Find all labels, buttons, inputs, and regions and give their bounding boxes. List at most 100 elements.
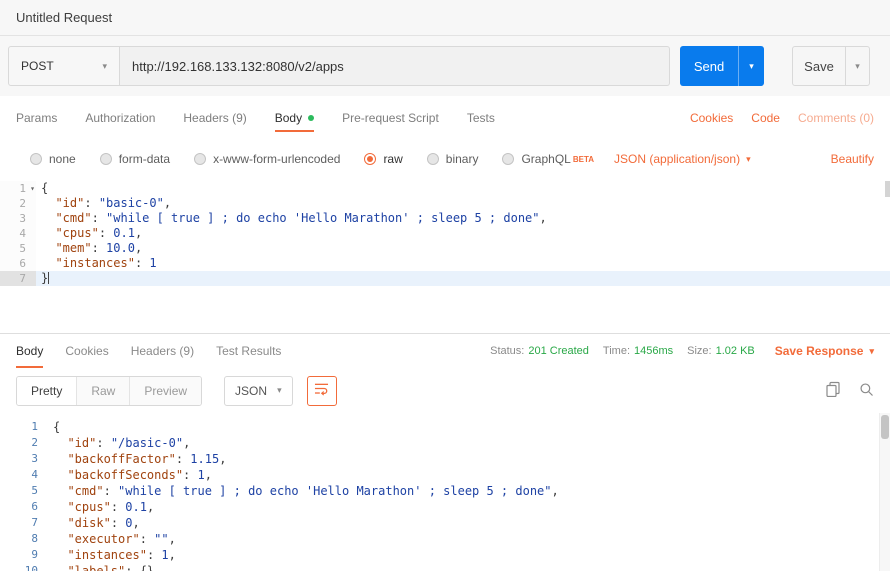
code-text: } — [36, 271, 890, 286]
beta-badge: BETA — [573, 155, 594, 164]
status-label: Status: — [490, 345, 524, 357]
search-response-button[interactable] — [859, 382, 874, 400]
bodytype-none[interactable]: none — [30, 152, 76, 166]
beautify-link[interactable]: Beautify — [831, 152, 874, 166]
copy-icon — [825, 381, 841, 400]
code-line[interactable]: 5 "cmd": "while [ true ] ; do echo 'Hell… — [0, 483, 890, 499]
code-line[interactable]: 7} — [0, 271, 890, 286]
send-split-button: Send ▾ — [680, 46, 764, 86]
bodytype-form-data[interactable]: form-data — [100, 152, 170, 166]
tab-authorization[interactable]: Authorization — [85, 96, 155, 140]
bodytype-graphql[interactable]: GraphQL BETA — [502, 152, 594, 166]
radio-icon — [427, 153, 439, 165]
code-line[interactable]: 3 "cmd": "while [ true ] ; do echo 'Hell… — [0, 211, 890, 226]
tab-body[interactable]: Body — [275, 96, 314, 140]
line-number: 8 — [0, 531, 48, 547]
code-text: "backoffSeconds": 1, — [48, 467, 890, 483]
response-tab-cookies[interactable]: Cookies — [65, 334, 108, 368]
code-text: "instances": 1, — [48, 547, 890, 563]
url-input[interactable] — [120, 46, 670, 86]
save-response-button[interactable]: Save Response ▾ — [775, 344, 874, 358]
line-number: 7 — [0, 515, 48, 531]
response-body-viewer[interactable]: 1{2 "id": "/basic-0",3 "backoffFactor": … — [0, 413, 890, 571]
request-titlebar: Untitled Request — [0, 0, 890, 36]
response-scrollbar[interactable] — [879, 413, 890, 571]
save-options-button[interactable]: ▾ — [846, 46, 870, 86]
response-toolbar: Pretty Raw Preview JSON ▾ — [0, 368, 890, 413]
method-select[interactable]: POST ▾ — [8, 46, 120, 86]
text-cursor — [48, 272, 49, 284]
response-scrollbar-thumb[interactable] — [881, 415, 889, 439]
response-section: Body Cookies Headers (9) Test Results St… — [0, 333, 890, 571]
wrap-text-icon — [314, 382, 329, 399]
method-value: POST — [21, 59, 54, 73]
request-title: Untitled Request — [16, 10, 112, 25]
unsaved-changes-dot — [308, 115, 314, 121]
view-raw-button[interactable]: Raw — [77, 377, 130, 405]
code-line[interactable]: 2 "id": "basic-0", — [0, 196, 890, 211]
fold-arrow-icon[interactable]: ▾ — [30, 181, 35, 196]
request-body-editor[interactable]: 1▾{2 "id": "basic-0",3 "cmd": "while [ t… — [0, 178, 890, 333]
radio-icon — [194, 153, 206, 165]
copy-response-button[interactable] — [825, 381, 841, 400]
code-line[interactable]: 4 "backoffSeconds": 1, — [0, 467, 890, 483]
code-line[interactable]: 6 "cpus": 0.1, — [0, 499, 890, 515]
line-number: 7 — [0, 271, 36, 286]
code-line[interactable]: 10 "labels": {}, — [0, 563, 890, 571]
bodytype-raw[interactable]: raw — [364, 152, 402, 166]
cookies-link[interactable]: Cookies — [690, 111, 733, 125]
line-number: 5 — [0, 483, 48, 499]
code-line[interactable]: 7 "disk": 0, — [0, 515, 890, 531]
line-number: 3 — [0, 451, 48, 467]
response-tab-test-results[interactable]: Test Results — [216, 334, 281, 368]
code-text: "disk": 0, — [48, 515, 890, 531]
code-text: "cmd": "while [ true ] ; do echo 'Hello … — [48, 483, 890, 499]
response-format-select[interactable]: JSON ▾ — [224, 376, 293, 406]
tab-prerequest-script[interactable]: Pre-request Script — [342, 96, 439, 140]
response-tab-body[interactable]: Body — [16, 334, 43, 368]
send-button[interactable]: Send — [680, 46, 738, 86]
tab-params[interactable]: Params — [16, 96, 57, 140]
response-tab-headers[interactable]: Headers (9) — [131, 334, 194, 368]
code-line[interactable]: 5 "mem": 10.0, — [0, 241, 890, 256]
code-line[interactable]: 6 "instances": 1 — [0, 256, 890, 271]
line-number: 4 — [0, 226, 36, 241]
code-text: "id": "/basic-0", — [48, 435, 890, 451]
tab-tests[interactable]: Tests — [467, 96, 495, 140]
bodytype-binary[interactable]: binary — [427, 152, 479, 166]
code-text: "executor": "", — [48, 531, 890, 547]
code-line[interactable]: 2 "id": "/basic-0", — [0, 435, 890, 451]
code-line[interactable]: 8 "executor": "", — [0, 531, 890, 547]
editor-scrollbar-thumb[interactable] — [885, 181, 890, 197]
request-tabs-bar: Params Authorization Headers (9) Body Pr… — [0, 96, 890, 140]
request-tabs-right: Cookies Code Comments (0) — [690, 111, 874, 125]
code-line[interactable]: 1▾{ — [0, 181, 890, 196]
content-type-select[interactable]: JSON (application/json) ▾ — [614, 152, 751, 166]
view-preview-button[interactable]: Preview — [130, 377, 201, 405]
search-icon — [859, 382, 874, 400]
response-meta-bar: Body Cookies Headers (9) Test Results St… — [0, 334, 890, 368]
code-line[interactable]: 4 "cpus": 0.1, — [0, 226, 890, 241]
time-label: Time: — [603, 345, 630, 357]
wrap-text-button[interactable] — [307, 376, 337, 406]
bodytype-urlencoded[interactable]: x-www-form-urlencoded — [194, 152, 340, 166]
tab-headers[interactable]: Headers (9) — [183, 96, 246, 140]
code-line[interactable]: 1{ — [0, 419, 890, 435]
code-text: { — [48, 419, 890, 435]
line-number: 10 — [0, 563, 48, 571]
response-stats: Status: 201 Created Time: 1456ms Size: 1… — [476, 344, 874, 358]
comments-link[interactable]: Comments (0) — [798, 111, 874, 125]
line-number: 2 — [0, 435, 48, 451]
view-pretty-button[interactable]: Pretty — [17, 377, 77, 405]
code-line[interactable]: 3 "backoffFactor": 1.15, — [0, 451, 890, 467]
line-number: 6 — [0, 256, 36, 271]
chevron-down-icon: ▾ — [277, 386, 282, 395]
status-value: 201 Created — [528, 345, 589, 357]
save-button[interactable]: Save — [792, 46, 846, 86]
send-options-button[interactable]: ▾ — [738, 46, 764, 86]
code-line[interactable]: 9 "instances": 1, — [0, 547, 890, 563]
radio-icon — [100, 153, 112, 165]
code-link[interactable]: Code — [751, 111, 780, 125]
body-type-bar: none form-data x-www-form-urlencoded raw… — [0, 140, 890, 178]
code-text: "id": "basic-0", — [36, 196, 890, 211]
